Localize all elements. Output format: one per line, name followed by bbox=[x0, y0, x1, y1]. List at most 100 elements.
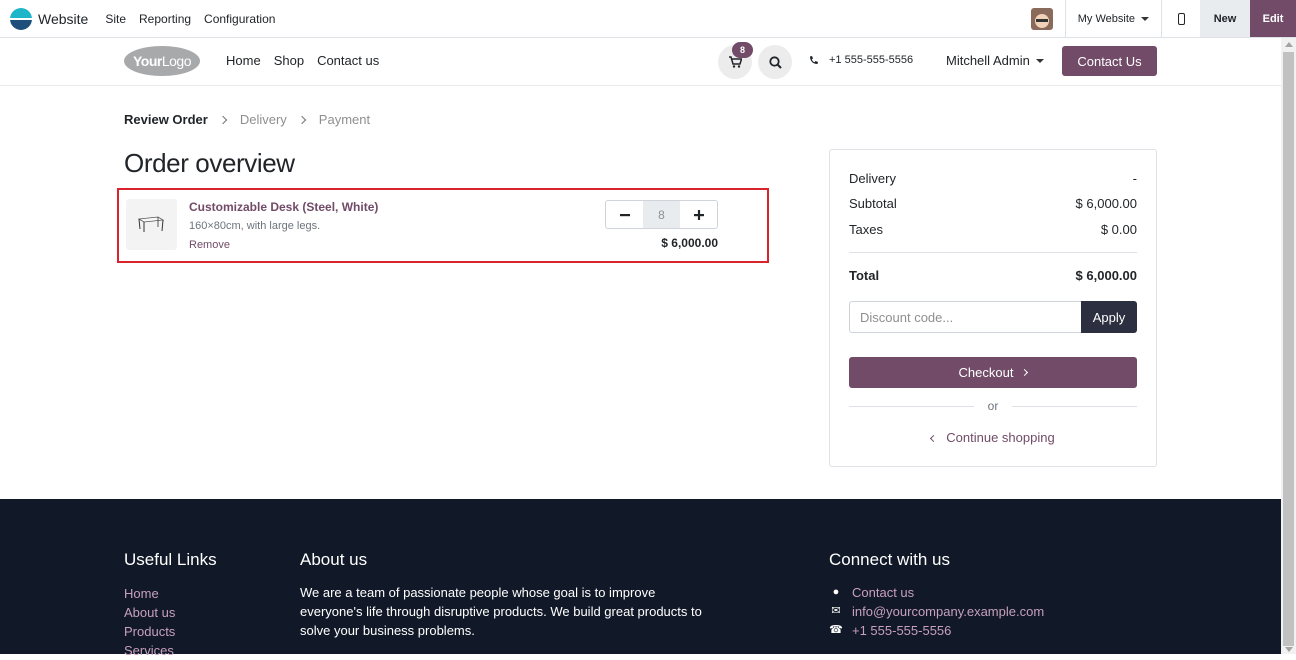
step-review-order: Review Order bbox=[124, 112, 208, 127]
summary-total-row: Total $ 6,000.00 bbox=[849, 268, 1137, 283]
minus-icon bbox=[619, 213, 630, 216]
caret-down-icon bbox=[1035, 58, 1044, 63]
separator-line bbox=[849, 405, 974, 407]
website-selector[interactable]: My Website bbox=[1066, 13, 1161, 25]
search-icon bbox=[768, 55, 782, 69]
useful-links-title: Useful Links bbox=[124, 550, 217, 569]
or-separator: or bbox=[849, 399, 1138, 413]
quantity-stepper: 8 bbox=[605, 200, 718, 229]
phone-icon bbox=[810, 56, 818, 64]
delivery-value: - bbox=[1132, 171, 1137, 186]
subtotal-label: Subtotal bbox=[849, 196, 897, 211]
step-payment: Payment bbox=[318, 112, 371, 127]
total-label: Total bbox=[849, 268, 880, 283]
phone-icon: ☎ bbox=[829, 624, 843, 636]
apply-button[interactable]: Apply bbox=[1081, 301, 1137, 333]
footer-link-home[interactable]: Home bbox=[124, 584, 175, 603]
taxes-value: $ 0.00 bbox=[1100, 222, 1137, 237]
caret-down-icon bbox=[1141, 16, 1149, 21]
nav-contact-us[interactable]: Contact us bbox=[317, 53, 379, 68]
topbar-right: My Website New Edit bbox=[1030, 0, 1296, 37]
continue-shopping-link[interactable]: Continue shopping bbox=[849, 430, 1137, 445]
search-button[interactable] bbox=[758, 45, 792, 79]
step-delivery: Delivery bbox=[239, 112, 287, 127]
scroll-down-arrow-icon[interactable] bbox=[1285, 647, 1293, 652]
user-avatar[interactable] bbox=[1030, 7, 1053, 30]
product-thumbnail[interactable] bbox=[126, 199, 177, 250]
app-brand[interactable]: Website bbox=[10, 7, 89, 30]
total-value: $ 6,000.00 bbox=[1075, 268, 1137, 283]
checkout-steps: Review Order Delivery Payment bbox=[124, 112, 370, 127]
footer-link-about-us[interactable]: About us bbox=[124, 603, 175, 622]
order-summary-card: Delivery - Subtotal $ 6,000.00 Taxes $ 0… bbox=[829, 149, 1157, 467]
contact-us-button[interactable]: Contact Us bbox=[1062, 46, 1157, 76]
discount-code-input[interactable] bbox=[849, 301, 1081, 333]
site-header: Your Logo Home Shop Contact us 8 +1 555-5… bbox=[0, 38, 1281, 86]
taxes-label: Taxes bbox=[849, 222, 883, 237]
cart-count-badge: 8 bbox=[732, 42, 753, 58]
quantity-input[interactable]: 8 bbox=[643, 201, 680, 228]
checkout-button[interactable]: Checkout bbox=[849, 357, 1137, 388]
summary-divider bbox=[849, 252, 1137, 253]
about-title: About us bbox=[300, 550, 368, 569]
admin-menu: Site Reporting Configuration bbox=[96, 12, 279, 26]
new-button[interactable]: New bbox=[1200, 0, 1250, 37]
connect-list: ● Contact us ✉ info@yourcompany.example.… bbox=[829, 583, 1044, 640]
site-logo[interactable]: Your Logo bbox=[124, 46, 200, 76]
continue-shopping-label: Continue shopping bbox=[946, 430, 1055, 445]
plus-icon bbox=[693, 209, 704, 220]
decrease-quantity-button[interactable] bbox=[606, 201, 643, 228]
website-app-icon bbox=[10, 7, 32, 30]
main-nav: Home Shop Contact us bbox=[226, 53, 392, 68]
product-description: 160×80cm, with large legs. bbox=[189, 220, 321, 232]
logo-text-thin: Logo bbox=[161, 53, 192, 69]
envelope-icon: ✉ bbox=[831, 605, 841, 617]
discount-form: Apply bbox=[849, 301, 1137, 333]
footer-link-products[interactable]: Products bbox=[124, 622, 175, 641]
scrollbar-thumb[interactable] bbox=[1283, 52, 1294, 646]
admin-topbar: Website Site Reporting Configuration My … bbox=[0, 0, 1296, 38]
chevron-right-icon bbox=[297, 115, 307, 124]
website-selector-label: My Website bbox=[1077, 12, 1135, 25]
nav-home[interactable]: Home bbox=[226, 53, 261, 68]
footer-link-services[interactable]: Services bbox=[124, 641, 175, 660]
user-menu[interactable]: Mitchell Admin bbox=[946, 53, 1044, 68]
summary-subtotal-row: Subtotal $ 6,000.00 bbox=[849, 196, 1137, 211]
nav-shop[interactable]: Shop bbox=[274, 53, 304, 68]
scroll-up-arrow-icon[interactable] bbox=[1285, 42, 1293, 47]
app-name: Website bbox=[38, 10, 89, 27]
desk-image bbox=[138, 216, 164, 232]
order-line-highlighted: Customizable Desk (Steel, White) 160×80c… bbox=[117, 188, 769, 263]
page-scrollbar[interactable] bbox=[1281, 38, 1296, 654]
menu-site[interactable]: Site bbox=[105, 12, 126, 26]
or-label: or bbox=[987, 399, 999, 413]
connect-phone-item[interactable]: ☎ +1 555-555-5556 bbox=[829, 621, 1044, 640]
subtotal-value: $ 6,000.00 bbox=[1075, 196, 1137, 211]
product-name[interactable]: Customizable Desk (Steel, White) bbox=[189, 200, 378, 214]
connect-title: Connect with us bbox=[829, 550, 950, 569]
connect-contact-item[interactable]: ● Contact us bbox=[829, 583, 1044, 602]
connect-email-label: info@yourcompany.example.com bbox=[852, 604, 1045, 619]
connect-phone-label: +1 555-555-5556 bbox=[852, 623, 952, 638]
connect-contact-label: Contact us bbox=[852, 585, 915, 600]
mobile-preview-button[interactable] bbox=[1162, 0, 1200, 37]
menu-reporting[interactable]: Reporting bbox=[139, 12, 191, 26]
summary-delivery-row: Delivery - bbox=[849, 171, 1137, 186]
delivery-label: Delivery bbox=[849, 171, 896, 186]
header-phone[interactable]: +1 555-555-5556 bbox=[809, 54, 913, 66]
chevron-right-icon bbox=[1021, 368, 1029, 377]
connect-email-item[interactable]: ✉ info@yourcompany.example.com bbox=[829, 602, 1044, 621]
remove-link[interactable]: Remove bbox=[189, 239, 230, 251]
user-name: Mitchell Admin bbox=[946, 53, 1030, 68]
phone-number: +1 555-555-5556 bbox=[829, 54, 914, 66]
line-price: $ 6,000.00 bbox=[661, 236, 718, 250]
logo-text-bold: Your bbox=[132, 53, 162, 69]
separator-line bbox=[1012, 405, 1138, 407]
menu-configuration[interactable]: Configuration bbox=[204, 12, 275, 26]
edit-button[interactable]: Edit bbox=[1250, 0, 1296, 37]
about-text: We are a team of passionate people whose… bbox=[300, 585, 702, 638]
increase-quantity-button[interactable] bbox=[680, 201, 717, 228]
useful-links-list: Home About us Products Services bbox=[124, 584, 175, 660]
site-footer: Useful Links Home About us Products Serv… bbox=[0, 499, 1281, 658]
chevron-left-icon bbox=[930, 434, 938, 443]
